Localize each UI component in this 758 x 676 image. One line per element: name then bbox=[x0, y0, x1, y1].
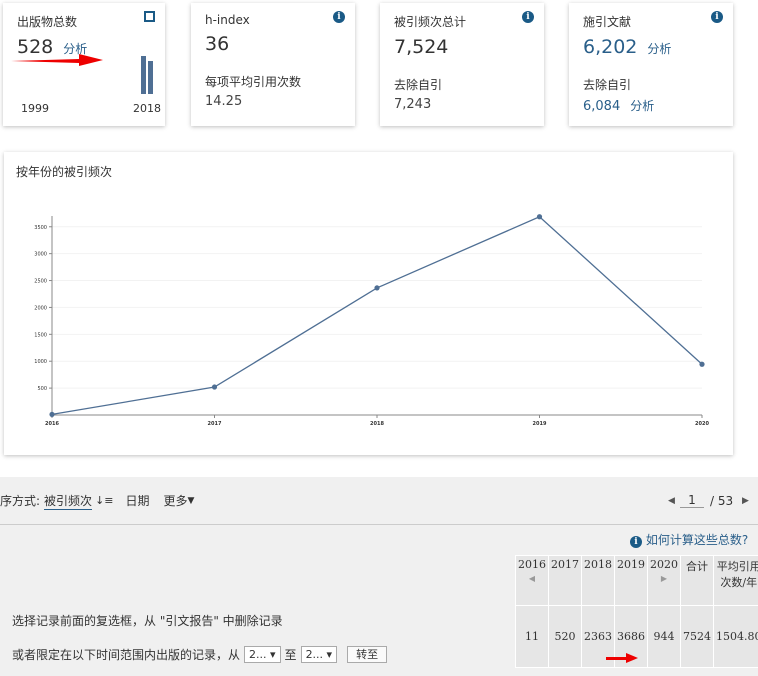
citations-line-chart: 500 1000 1500 2000 2500 3000 3500 2016 2017 2018 2… bbox=[34, 214, 709, 427]
x-tick-label: 2016 bbox=[45, 421, 59, 427]
col-2018: 2018 bbox=[581, 555, 615, 606]
col-2016: 2016 ◀ bbox=[515, 555, 549, 606]
sort-date[interactable]: 日期 bbox=[126, 492, 150, 509]
y-tick-label: 1500 bbox=[34, 332, 47, 338]
x-tick-label: 2020 bbox=[695, 421, 709, 427]
cell: 520 bbox=[548, 605, 582, 668]
info-icon[interactable]: i bbox=[522, 11, 534, 23]
sub-value: 7,243 bbox=[394, 97, 432, 112]
data-point bbox=[536, 214, 543, 220]
info-icon[interactable]: i bbox=[333, 11, 345, 23]
from-year-select[interactable]: 2... ▾ bbox=[244, 646, 281, 663]
mini-bar-chart bbox=[141, 56, 155, 94]
cell: 1504.80 bbox=[713, 605, 758, 668]
x-tick-label: 2017 bbox=[208, 421, 222, 427]
sub-value[interactable]: 6,084 bbox=[583, 99, 620, 114]
h-index-value: 36 bbox=[205, 33, 230, 55]
red-arrow-annotation bbox=[11, 54, 103, 66]
red-arrow-annotation bbox=[606, 653, 638, 663]
year-start: 1999 bbox=[21, 102, 49, 115]
y-tick-label: 2000 bbox=[34, 305, 47, 311]
card-publications: 出版物总数 528 分析 1999 2018 bbox=[3, 3, 165, 126]
analyze-link[interactable]: 分析 bbox=[647, 42, 671, 56]
next-page-icon[interactable]: ▶ bbox=[742, 496, 749, 506]
sub-label: 去除自引 bbox=[583, 78, 632, 92]
x-tick-label: 2018 bbox=[370, 421, 384, 427]
prev-year-icon[interactable]: ◀ bbox=[529, 574, 535, 583]
y-tick-label: 3500 bbox=[34, 225, 47, 231]
col-avg: 平均引用次数/年 bbox=[713, 555, 758, 606]
prev-page-icon[interactable]: ◀ bbox=[668, 496, 675, 506]
page-input[interactable]: 1 bbox=[680, 493, 704, 508]
y-tick-label: 2500 bbox=[34, 279, 47, 285]
year-end: 2018 bbox=[133, 102, 161, 115]
card-title: 出版物总数 bbox=[17, 15, 78, 29]
card-times-cited: 被引频次总计 i 7,524 去除自引 7,243 bbox=[380, 3, 544, 126]
col-2020: 2020 ▶ bbox=[647, 555, 681, 606]
sort-more[interactable]: 更多 bbox=[164, 492, 188, 509]
cell: 7524 bbox=[680, 605, 714, 668]
limit-text: 或者限定在以下时间范围内出版的记录，从 bbox=[12, 648, 241, 662]
col-2017: 2017 bbox=[548, 555, 582, 606]
card-citing-articles: 施引文献 i 6,202 分析 去除自引 6,084 分析 bbox=[569, 3, 733, 126]
to-label: 至 bbox=[284, 648, 297, 662]
caret-down-icon: ▼ bbox=[187, 495, 195, 506]
x-tick-label: 2019 bbox=[533, 421, 547, 427]
expand-icon[interactable] bbox=[144, 11, 155, 22]
to-year-select[interactable]: 2... ▾ bbox=[300, 646, 338, 663]
col-total: 合计 bbox=[680, 555, 714, 606]
analyze-link[interactable]: 分析 bbox=[630, 99, 654, 113]
sort-times-cited[interactable]: 被引频次 bbox=[44, 492, 93, 510]
y-tick-label: 500 bbox=[37, 386, 47, 392]
sort-label: 序方式: bbox=[0, 494, 41, 508]
data-point bbox=[211, 384, 218, 390]
mini-bar bbox=[148, 61, 153, 94]
table-header-row: 2016 ◀ 2017 2018 2019 2020 ▶ 合计 平均引用次数/年 bbox=[515, 555, 758, 606]
help-link-text: 如何计算这些总数? bbox=[645, 533, 749, 547]
help-link[interactable]: i 如何计算这些总数? bbox=[630, 531, 748, 548]
series-line bbox=[51, 215, 703, 416]
sort-desc-icon: ↓≡ bbox=[95, 494, 114, 507]
mini-bar bbox=[141, 56, 146, 94]
citations-chart-card: 按年份的被引频次 500 1000 1500 2000 2500 3000 3500 2016… bbox=[4, 152, 733, 455]
sub-label: 去除自引 bbox=[394, 78, 443, 92]
y-tick-label: 1000 bbox=[34, 359, 47, 365]
go-button[interactable]: 转至 bbox=[347, 646, 388, 663]
y-tick-label: 3000 bbox=[34, 252, 47, 258]
cell: 11 bbox=[515, 605, 549, 668]
card-title: 施引文献 bbox=[583, 15, 632, 29]
data-point bbox=[699, 361, 705, 367]
sub-label: 每项平均引用次数 bbox=[205, 75, 302, 89]
data-point bbox=[374, 285, 380, 291]
total-pages: / 53 bbox=[710, 493, 734, 508]
sort-bar: 序方式: 被引频次 ↓≡ 日期 更多 ▼ ◀ 1 / 53 ▶ bbox=[0, 477, 758, 525]
card-h-index: h-index i 36 每项平均引用次数 14.25 bbox=[191, 3, 355, 126]
next-year-icon[interactable]: ▶ bbox=[661, 574, 667, 583]
cell: 944 bbox=[647, 605, 681, 668]
info-icon: i bbox=[630, 536, 642, 548]
remove-instructions: 选择记录前面的复选框，从 "引文报告" 中删除记录 bbox=[12, 614, 283, 628]
limit-row: 或者限定在以下时间范围内出版的记录，从 2... ▾ 至 2... ▾ 转至 bbox=[12, 646, 388, 663]
card-title: 被引频次总计 bbox=[394, 15, 467, 29]
col-2019: 2019 bbox=[614, 555, 648, 606]
info-icon[interactable]: i bbox=[711, 11, 723, 23]
times-cited-value: 7,524 bbox=[394, 36, 449, 58]
citing-articles-value[interactable]: 6,202 bbox=[583, 36, 637, 58]
card-title: h-index bbox=[205, 13, 250, 27]
data-point bbox=[49, 411, 55, 418]
sub-value: 14.25 bbox=[205, 94, 243, 109]
